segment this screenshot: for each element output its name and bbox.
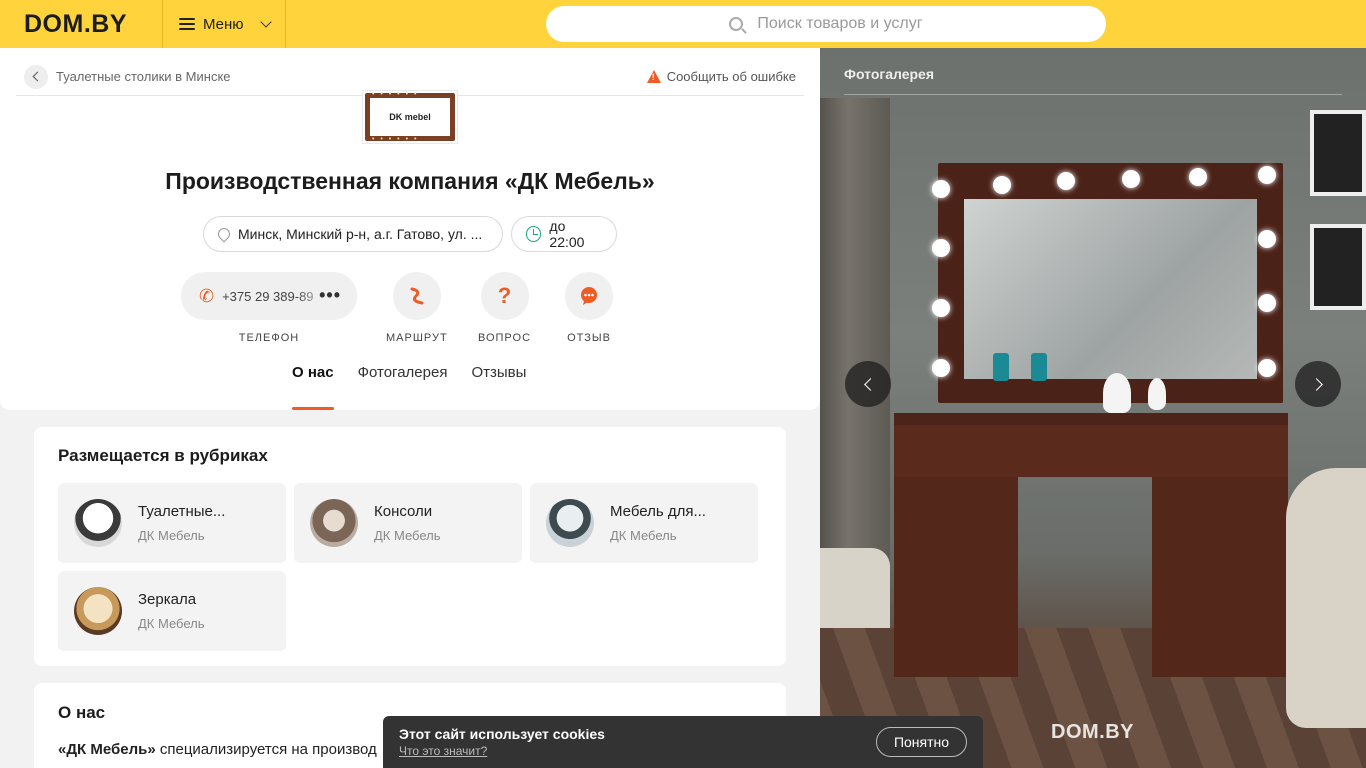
rubric-company: ДК Мебель (138, 616, 205, 631)
about-text: «ДК Мебель» специализируется на производ (58, 741, 377, 758)
gallery-photo-mirror-frame (938, 163, 1283, 403)
rubrics-title: Размещается в рубриках (58, 446, 268, 465)
rubrics-section: Размещается в рубриках Туалетные... ДК Ме… (34, 427, 786, 666)
phone-action[interactable]: ✆ +375 29 389-89 ••• ТЕЛЕФОН (181, 272, 357, 344)
gallery-photo-mirror (964, 199, 1257, 379)
company-logo-text: DK mebel (365, 91, 455, 143)
rubric-card[interactable]: Консоли ДК Мебель (294, 483, 522, 563)
address-chip[interactable]: Минск, Минский р-н, а.г. Гатово, ул. ... (203, 216, 503, 252)
more-dots-icon[interactable]: ••• (319, 285, 341, 306)
phone-label: ТЕЛЕФОН (238, 332, 300, 344)
about-title: О нас (58, 703, 106, 722)
menu-label: Меню (203, 15, 244, 33)
tabs: О нас Фотогалерея Отзывы (292, 364, 526, 410)
breadcrumb-label[interactable]: Туалетные столики в Минске (56, 69, 231, 84)
gallery-watermark: DOM.BY (1051, 721, 1134, 743)
menu-button[interactable]: Меню (163, 0, 286, 48)
phone-icon: ✆ (199, 285, 215, 306)
company-title: Производственная компания «ДК Мебель» (165, 168, 655, 194)
rubric-card[interactable]: Зеркала ДК Мебель (58, 571, 286, 651)
cookie-banner: Этот сайт использует cookies Что это зна… (383, 716, 983, 768)
chevron-down-icon (259, 16, 272, 28)
gallery-photo-cabinet-right (1152, 477, 1288, 677)
route-action[interactable]: МАРШРУТ (386, 272, 448, 344)
rubric-thumbnail (310, 499, 358, 547)
rubric-thumbnail (74, 587, 122, 635)
rubric-card[interactable]: Туалетные... ДК Мебель (58, 483, 286, 563)
hamburger-icon (179, 18, 195, 30)
breadcrumb[interactable]: Туалетные столики в Минске (16, 64, 231, 89)
gallery-photo-wallart (1310, 110, 1366, 196)
cookie-info-link[interactable]: Что это значит? (399, 744, 605, 758)
rubric-company: ДК Мебель (138, 528, 205, 543)
about-company-name: «ДК Мебель» (58, 741, 156, 758)
gallery-title: Фотогалерея (844, 66, 934, 82)
cookie-accept-button[interactable]: Понятно (876, 727, 967, 757)
search-input[interactable]: Поиск товаров и услуг (546, 6, 1106, 42)
review-action[interactable]: ОТЗЫВ (565, 272, 613, 344)
rubric-thumbnail (546, 499, 594, 547)
rubric-company: ДК Мебель (374, 528, 441, 543)
rubric-card[interactable]: Мебель для... ДК Мебель (530, 483, 758, 563)
top-header: DOM.BY Меню Поиск товаров и услуг (0, 0, 1366, 48)
photo-gallery: Фотогалерея DOM.BY (820, 48, 1366, 768)
hours-chip[interactable]: до 22:00 (511, 216, 617, 252)
address-text: Минск, Минский р-н, а.г. Гатово, ул. ... (238, 226, 483, 242)
report-error-label: Сообщить об ошибке (666, 69, 796, 84)
hours-text: до 22:00 (549, 218, 585, 250)
gallery-next-button[interactable] (1295, 361, 1341, 407)
rubric-thumbnail (74, 499, 122, 547)
chevron-left-icon (863, 377, 877, 391)
tab-about[interactable]: О нас (292, 364, 334, 410)
chat-bubble-icon[interactable] (565, 272, 613, 320)
question-action[interactable]: ? ВОПРОС (478, 272, 531, 344)
review-label: ОТЗЫВ (567, 332, 611, 344)
cookie-title: Этот сайт использует cookies (399, 726, 605, 742)
search-icon (729, 17, 744, 31)
site-logo[interactable]: DOM.BY (0, 0, 163, 48)
rubric-name: Мебель для... (610, 503, 706, 520)
tab-reviews[interactable]: Отзывы (471, 364, 526, 410)
gallery-photo-wallart (1310, 224, 1366, 310)
warning-icon (646, 70, 661, 83)
gallery-photo-chair (1286, 468, 1366, 728)
about-description: специализируется на производ (155, 741, 377, 758)
search-placeholder: Поиск товаров и услуг (757, 15, 923, 32)
company-logo: DK mebel (362, 90, 458, 144)
gallery-photo-cabinet-left (894, 477, 1018, 677)
back-arrow-icon[interactable] (24, 64, 48, 89)
rubric-name: Зеркала (138, 591, 197, 608)
question-label: ВОПРОС (478, 332, 532, 344)
clock-icon (526, 226, 542, 242)
tab-gallery[interactable]: Фотогалерея (358, 364, 448, 410)
question-icon[interactable]: ? (480, 272, 529, 320)
rubric-name: Туалетные... (138, 503, 226, 520)
gallery-photo-table-top (894, 413, 1288, 425)
report-error-link[interactable]: Сообщить об ошибке (646, 69, 796, 84)
rubric-company: ДК Мебель (610, 528, 677, 543)
phone-button[interactable]: ✆ +375 29 389-89 ••• (181, 272, 357, 320)
rubric-name: Консоли (374, 503, 433, 520)
route-icon[interactable] (392, 272, 441, 320)
company-card: Туалетные столики в Минске Сообщить об о… (0, 48, 820, 410)
chevron-right-icon (1309, 377, 1323, 391)
location-pin-icon (215, 225, 233, 243)
gallery-prev-button[interactable] (845, 361, 891, 407)
gallery-photo-drawers (894, 425, 1288, 477)
route-label: МАРШРУТ (386, 332, 448, 344)
